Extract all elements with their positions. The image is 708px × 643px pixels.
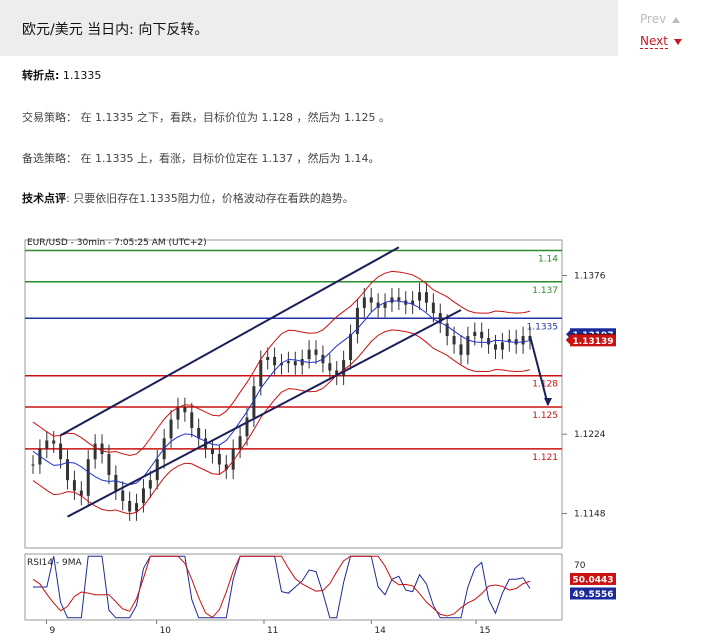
- candle-body: [266, 356, 270, 361]
- strategy-label: 交易策略：: [22, 111, 77, 124]
- main-panel-frame: [24, 239, 563, 549]
- candle-body: [293, 361, 297, 366]
- candle-body: [397, 297, 401, 301]
- level-label: 1.121: [532, 453, 558, 463]
- candle-body: [286, 361, 290, 364]
- alt-strategy-label: 备选策略：: [22, 152, 77, 165]
- next-link[interactable]: Next: [640, 32, 682, 50]
- candle-body: [128, 501, 132, 512]
- price-chart: EUR/USD - 30min - 7:05:25 AM (UTC+2) 1.13…: [24, 238, 616, 636]
- candle-body: [521, 336, 525, 345]
- rsi-badge-label: 50.0443: [573, 575, 614, 585]
- candle-body: [452, 336, 456, 345]
- candle-body: [135, 503, 139, 512]
- rsi-badge-label: 49.5556: [573, 590, 614, 600]
- candle-body: [487, 338, 491, 345]
- chevron-down-icon: [673, 38, 682, 45]
- candle-body: [480, 331, 484, 339]
- candle-body: [183, 407, 187, 413]
- x-tick-label: 9: [49, 626, 55, 636]
- x-tick-label: 15: [479, 626, 490, 636]
- page-header: 欧元/美元 当日内: 向下反转。: [0, 0, 618, 56]
- alt-strategy-text: 在 1.1335 上，看涨，目标价位定在 1.137 ，然后为 1.14。: [80, 152, 380, 165]
- x-tick-label: 11: [267, 626, 278, 636]
- candle-body: [148, 480, 152, 489]
- candle-body: [369, 297, 373, 303]
- level-label: 1.137: [532, 286, 558, 296]
- comment-text: : 只要依旧存在1.1335阻力位，价格波动存在看跌的趋势。: [66, 192, 354, 205]
- chevron-up-icon: [672, 16, 681, 23]
- y-tick-label: 1.1224: [574, 430, 606, 440]
- candle-body: [197, 427, 201, 439]
- candle-body: [107, 454, 111, 475]
- candle-body: [314, 349, 318, 355]
- x-tick-label: 10: [160, 626, 172, 636]
- candle-body: [418, 292, 422, 301]
- candle-body: [273, 356, 277, 366]
- candle-body: [210, 448, 214, 455]
- candle-body: [217, 454, 221, 465]
- candle-body: [342, 360, 346, 376]
- candle-body: [424, 292, 428, 303]
- rsi-tick-label: 70: [574, 561, 586, 571]
- level-label: 1.1335: [527, 322, 559, 332]
- candle-body: [72, 480, 76, 491]
- pivot-line: 转折点: 1.1335: [22, 67, 101, 83]
- pivot-value: 1.1335: [62, 69, 102, 82]
- candle-body: [86, 459, 90, 496]
- page-title: 欧元/美元 当日内: 向下反转。: [22, 22, 209, 38]
- prev-link[interactable]: Prev: [640, 10, 682, 28]
- x-tick-label: 14: [374, 626, 386, 636]
- pager: Prev Next: [640, 10, 682, 50]
- candle-body: [390, 297, 394, 303]
- pivot-label: 转折点:: [22, 69, 60, 82]
- level-label: 1.128: [532, 380, 558, 390]
- candle-body: [176, 407, 180, 420]
- level-label: 1.125: [532, 411, 558, 421]
- candle-body: [121, 490, 125, 502]
- candle-body: [500, 342, 504, 350]
- candle-body: [300, 359, 304, 366]
- comment-label: 技术点评: [22, 192, 66, 205]
- candle-body: [473, 331, 477, 337]
- prev-label[interactable]: Prev: [640, 12, 666, 26]
- candle-body: [349, 333, 353, 361]
- candle-body: [52, 440, 56, 444]
- y-tick-label: 1.1148: [574, 510, 606, 520]
- candle-body: [100, 443, 104, 455]
- comment-line: 技术点评: 只要依旧存在1.1335阻力位，价格波动存在看跌的趋势。: [22, 190, 354, 206]
- candle-body: [245, 417, 249, 437]
- candle-body: [259, 360, 263, 387]
- candle-body: [169, 419, 173, 439]
- candle-body: [307, 349, 311, 360]
- candle-body: [459, 344, 463, 355]
- candle-body: [362, 297, 366, 308]
- candle-body: [238, 436, 242, 449]
- level-label: 1.14: [538, 254, 558, 264]
- candle-body: [141, 488, 145, 504]
- strategy-line: 交易策略： 在 1.1335 之下，看跌，目标价位为 1.128 ，然后为 1.…: [22, 109, 390, 125]
- next-label[interactable]: Next: [640, 34, 668, 49]
- price-badge-label: 1.13139: [573, 337, 614, 347]
- candle-body: [45, 440, 49, 449]
- candle-body: [114, 474, 118, 491]
- candle-body: [59, 443, 63, 460]
- candle-body: [31, 464, 35, 466]
- candle-body: [431, 302, 435, 314]
- alt-strategy-line: 备选策略： 在 1.1335 上，看涨，目标价位定在 1.137 ，然后为 1.…: [22, 150, 379, 166]
- chart-title: EUR/USD - 30min - 7:05:25 AM (UTC+2): [27, 238, 207, 248]
- candle-body: [190, 412, 194, 428]
- strategy-text: 在 1.1335 之下，看跌，目标价位为 1.128 ，然后为 1.125 。: [80, 111, 390, 124]
- candle-body: [328, 363, 332, 371]
- candle-body: [93, 443, 97, 460]
- candle-body: [493, 344, 497, 350]
- y-tick-label: 1.1376: [574, 271, 606, 281]
